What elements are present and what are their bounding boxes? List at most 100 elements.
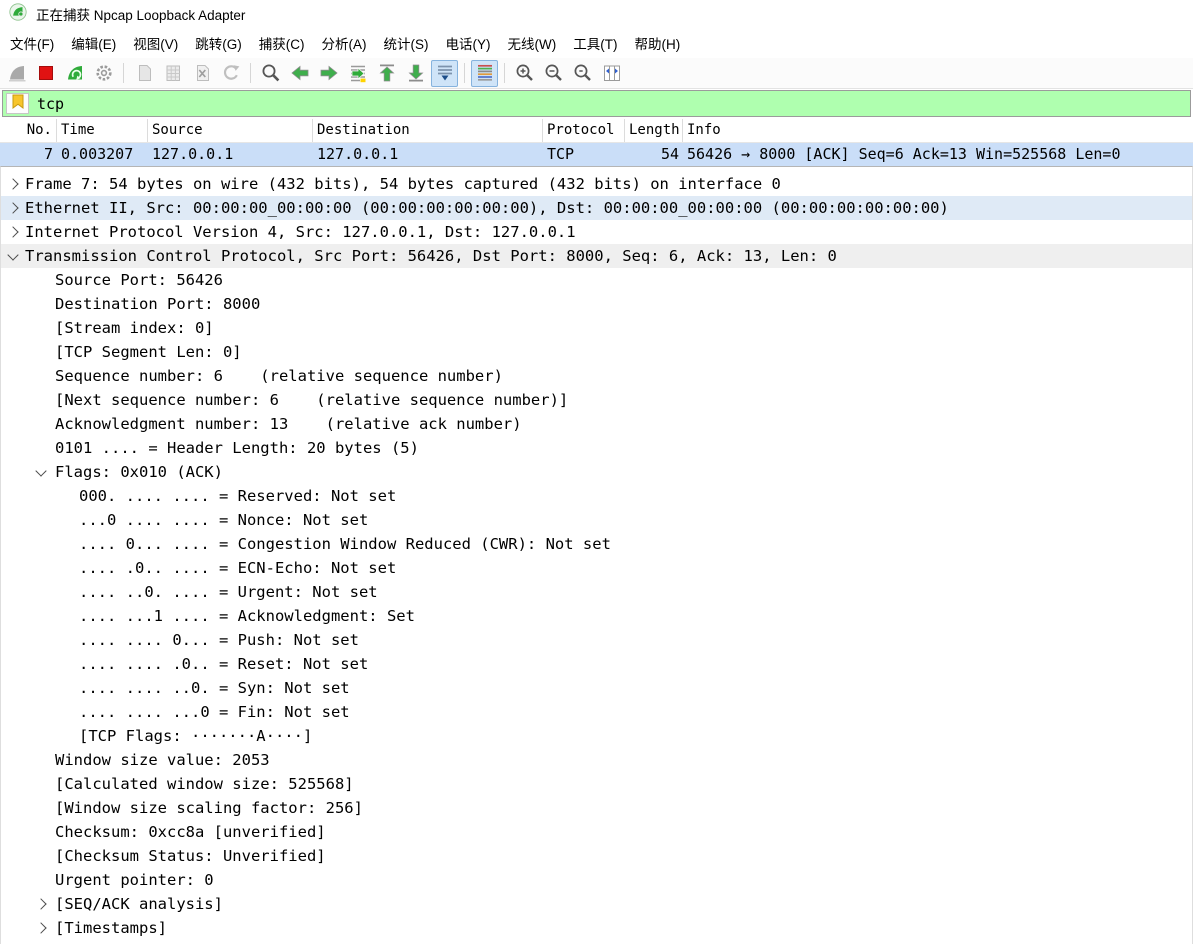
tree-line-text: [Calculated window size: 525568] <box>1 772 354 796</box>
menu-item-4[interactable]: 捕获(C) <box>251 29 313 57</box>
packet-list-rows: 70.003207127.0.0.1127.0.0.1TCP5456426 → … <box>0 143 1193 166</box>
column-header-destination[interactable]: Destination <box>313 119 543 142</box>
tree-line-text: [TCP Segment Len: 0] <box>1 340 242 364</box>
packet-cell-info: 56426 → 8000 [ACK] Seq=6 Ack=13 Win=5255… <box>683 143 1193 166</box>
tree-line[interactable]: .... ...1 .... = Acknowledgment: Set <box>1 604 1192 628</box>
restart-capture-button[interactable] <box>61 60 88 87</box>
tree-line[interactable]: Ethernet II, Src: 00:00:00_00:00:00 (00:… <box>1 196 1192 220</box>
gear-icon <box>93 62 115 84</box>
menu-item-6[interactable]: 统计(S) <box>376 29 437 57</box>
tree-line-text: Sequence number: 6 (relative sequence nu… <box>1 364 503 388</box>
column-header-source[interactable]: Source <box>148 119 313 142</box>
tree-line[interactable]: Window size value: 2053 <box>1 748 1192 772</box>
wireshark-logo-icon <box>9 3 27 26</box>
tree-line[interactable]: [Checksum Status: Unverified] <box>1 844 1192 868</box>
tree-line[interactable]: [Timestamps] <box>1 916 1192 940</box>
tree-line[interactable]: .... .0.. .... = ECN-Echo: Not set <box>1 556 1192 580</box>
previous-packet-button[interactable] <box>286 60 313 87</box>
title-bar: 正在捕获 Npcap Loopback Adapter <box>0 0 1193 28</box>
tree-line[interactable]: Source Port: 56426 <box>1 268 1192 292</box>
tree-line-text: Destination Port: 8000 <box>1 292 260 316</box>
tree-line[interactable]: .... .... ...0 = Fin: Not set <box>1 700 1192 724</box>
tree-line[interactable]: .... ..0. .... = Urgent: Not set <box>1 580 1192 604</box>
tree-line-text: [SEQ/ACK analysis] <box>1 892 223 916</box>
first-packet-button[interactable] <box>373 60 400 87</box>
tree-line[interactable]: [Stream index: 0] <box>1 316 1192 340</box>
goto-packet-button[interactable] <box>344 60 371 87</box>
tree-line-text: [Checksum Status: Unverified] <box>1 844 326 868</box>
tree-line[interactable]: Acknowledgment number: 13 (relative ack … <box>1 412 1192 436</box>
tree-line-text: 0101 .... = Header Length: 20 bytes (5) <box>1 436 419 460</box>
column-header-time[interactable]: Time <box>57 119 148 142</box>
tree-line-text: .... .... 0... = Push: Not set <box>1 628 359 652</box>
shark-fin-restart-icon <box>64 62 86 84</box>
display-filter-input[interactable]: tcp <box>2 90 1191 117</box>
packet-row[interactable]: 70.003207127.0.0.1127.0.0.1TCP5456426 → … <box>0 143 1193 166</box>
tree-line[interactable]: Urgent pointer: 0 <box>1 868 1192 892</box>
tree-line-text: Flags: 0x010 (ACK) <box>1 460 223 484</box>
menu-item-1[interactable]: 编辑(E) <box>63 29 124 57</box>
tree-line[interactable]: Sequence number: 6 (relative sequence nu… <box>1 364 1192 388</box>
menu-item-5[interactable]: 分析(A) <box>314 29 375 57</box>
stop-capture-button[interactable] <box>32 60 59 87</box>
magnifier-minus-icon <box>543 62 565 84</box>
tree-line[interactable]: 0101 .... = Header Length: 20 bytes (5) <box>1 436 1192 460</box>
menu-item-2[interactable]: 视图(V) <box>125 29 186 57</box>
tree-line[interactable]: Internet Protocol Version 4, Src: 127.0.… <box>1 220 1192 244</box>
packet-detail-pane: Frame 7: 54 bytes on wire (432 bits), 54… <box>0 166 1193 944</box>
bookmark-icon <box>12 94 24 114</box>
tree-line[interactable]: [SEQ/ACK analysis] <box>1 892 1192 916</box>
column-header-info[interactable]: Info <box>683 119 1193 142</box>
last-packet-button[interactable] <box>402 60 429 87</box>
column-header-length[interactable]: Length <box>625 119 683 142</box>
tree-line[interactable]: ...0 .... .... = Nonce: Not set <box>1 508 1192 532</box>
column-header-protocol[interactable]: Protocol <box>543 119 625 142</box>
zoom-out-button[interactable] <box>540 60 567 87</box>
menu-item-8[interactable]: 无线(W) <box>500 29 565 57</box>
tree-line[interactable]: Destination Port: 8000 <box>1 292 1192 316</box>
tree-line[interactable]: [TCP Segment Len: 0] <box>1 340 1192 364</box>
tree-line[interactable]: .... .... 0... = Push: Not set <box>1 628 1192 652</box>
tree-line[interactable]: [TCP Flags: ·······A····] <box>1 724 1192 748</box>
tree-line[interactable]: [Next sequence number: 6 (relative seque… <box>1 388 1192 412</box>
tree-line-text: .... .... ..0. = Syn: Not set <box>1 676 350 700</box>
menu-item-0[interactable]: 文件(F) <box>2 29 62 57</box>
menu-item-7[interactable]: 电话(Y) <box>438 29 499 57</box>
toolbar-separator <box>504 63 505 83</box>
find-packet-button[interactable] <box>257 60 284 87</box>
tree-line[interactable]: [Window size scaling factor: 256] <box>1 796 1192 820</box>
tree-line[interactable]: .... .... ..0. = Syn: Not set <box>1 676 1192 700</box>
arrow-right-icon <box>318 62 340 84</box>
filter-bookmark-button[interactable] <box>6 93 29 114</box>
reload-icon <box>220 62 242 84</box>
resize-columns-button[interactable] <box>598 60 625 87</box>
tree-line-text: Ethernet II, Src: 00:00:00_00:00:00 (00:… <box>1 196 949 220</box>
zoom-normal-button[interactable] <box>569 60 596 87</box>
tree-line-text: .... ...1 .... = Acknowledgment: Set <box>1 604 415 628</box>
tree-line-text: ...0 .... .... = Nonce: Not set <box>1 508 368 532</box>
tree-line[interactable]: Flags: 0x010 (ACK) <box>1 460 1192 484</box>
auto-scroll-button[interactable] <box>431 60 458 87</box>
tree-line-text: 000. .... .... = Reserved: Not set <box>1 484 396 508</box>
tree-line[interactable]: Checksum: 0xcc8a [unverified] <box>1 820 1192 844</box>
tree-line[interactable]: .... 0... .... = Congestion Window Reduc… <box>1 532 1192 556</box>
tree-line-text: .... .... .0.. = Reset: Not set <box>1 652 368 676</box>
doc-grid-icon <box>162 62 184 84</box>
tree-line[interactable]: Transmission Control Protocol, Src Port:… <box>1 244 1192 268</box>
zoom-in-button[interactable] <box>511 60 538 87</box>
wireshark-window: 正在捕获 Npcap Loopback Adapter 文件(F)编辑(E)视图… <box>0 0 1193 944</box>
menu-item-3[interactable]: 跳转(G) <box>187 29 250 57</box>
next-packet-button[interactable] <box>315 60 342 87</box>
menu-item-9[interactable]: 工具(T) <box>565 29 625 57</box>
tree-line[interactable]: [Calculated window size: 525568] <box>1 772 1192 796</box>
packet-cell-length: 54 <box>625 143 683 166</box>
tree-line[interactable]: 000. .... .... = Reserved: Not set <box>1 484 1192 508</box>
start-capture-button <box>3 60 30 87</box>
packet-cell-source: 127.0.0.1 <box>148 143 313 166</box>
capture-options-button[interactable] <box>90 60 117 87</box>
tree-line[interactable]: .... .... .0.. = Reset: Not set <box>1 652 1192 676</box>
colorize-packets-button[interactable] <box>471 60 498 87</box>
column-header-no[interactable]: No. <box>0 119 57 142</box>
menu-item-10[interactable]: 帮助(H) <box>626 29 688 57</box>
tree-line[interactable]: Frame 7: 54 bytes on wire (432 bits), 54… <box>1 172 1192 196</box>
